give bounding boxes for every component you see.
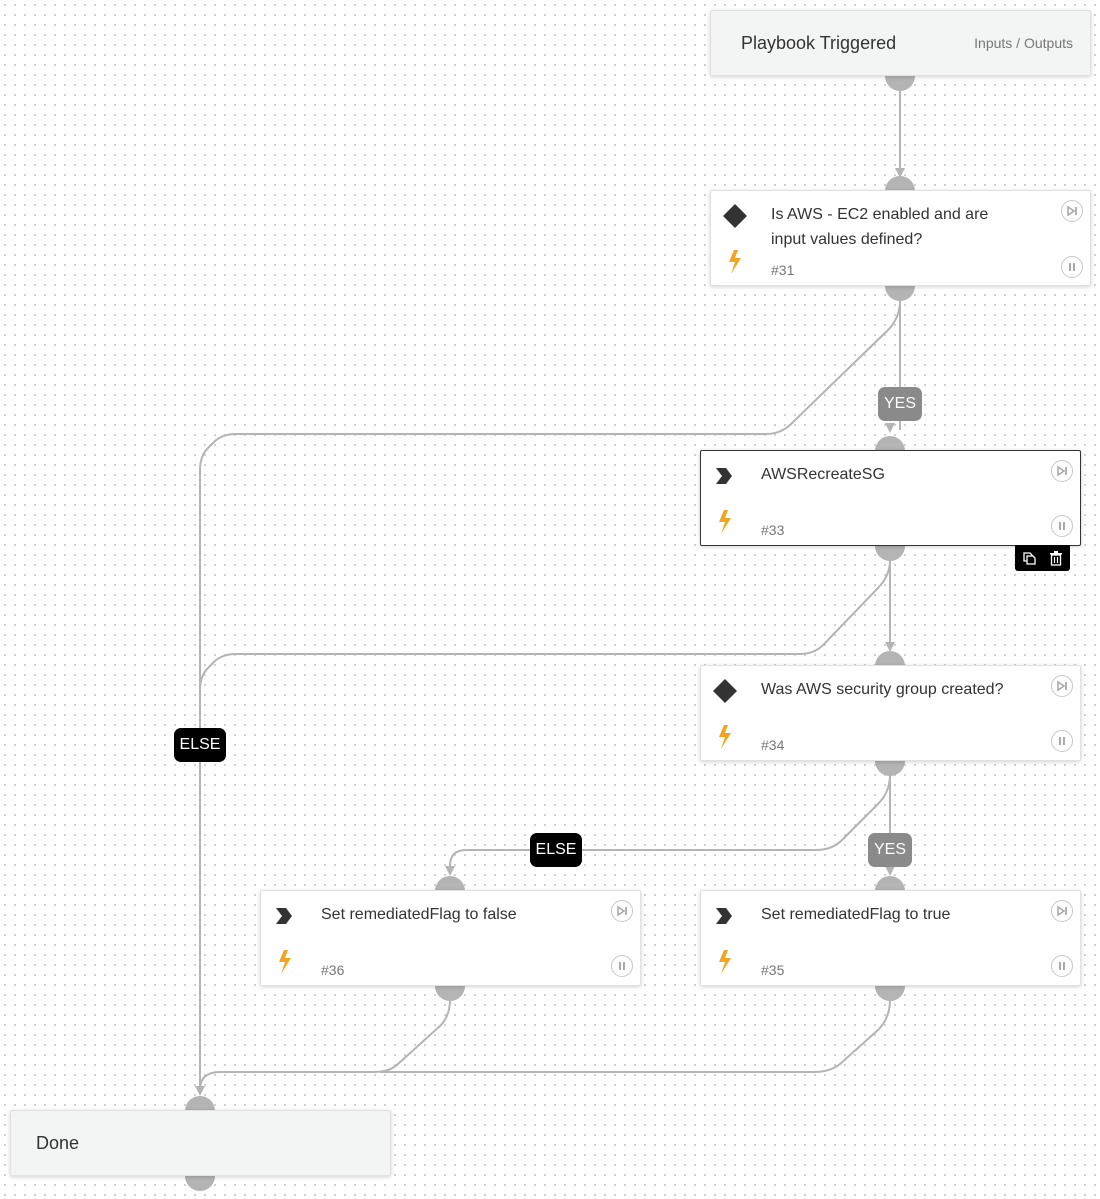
diamond-icon xyxy=(723,204,747,228)
node-title: Set remediatedFlag to false xyxy=(321,906,517,923)
node-id: #35 xyxy=(761,962,785,978)
skip-icon xyxy=(1057,465,1067,477)
edge-label-yes[interactable]: YES xyxy=(868,833,912,867)
node-task-31[interactable]: Is AWS - EC2 enabled and are input value… xyxy=(710,190,1091,286)
pause-icon xyxy=(1059,522,1065,530)
node-title: Done xyxy=(36,1133,80,1153)
arrowhead xyxy=(195,1086,205,1096)
inputs-outputs-link[interactable]: Inputs / Outputs xyxy=(974,35,1073,51)
edge-35-to-done xyxy=(380,999,891,1073)
edge-36-to-done xyxy=(199,999,451,1091)
arrowhead xyxy=(885,423,895,433)
skip-button[interactable] xyxy=(1061,200,1083,222)
node-task-35[interactable]: Set remediatedFlag to true #35 xyxy=(700,890,1081,986)
skip-button[interactable] xyxy=(611,900,633,922)
node-id: #34 xyxy=(761,737,785,753)
node-title: Set remediatedFlag to true xyxy=(761,906,951,923)
pause-button[interactable] xyxy=(611,955,633,977)
edge-label-else[interactable]: ELSE xyxy=(530,833,582,867)
bolt-icon xyxy=(729,250,741,274)
arrowhead xyxy=(885,866,895,876)
skip-icon xyxy=(617,905,627,917)
pause-icon xyxy=(1059,962,1065,970)
skip-icon xyxy=(1057,905,1067,917)
pause-icon xyxy=(1069,263,1075,271)
node-id: #36 xyxy=(321,962,345,978)
pause-button[interactable] xyxy=(1051,955,1073,977)
chevron-icon xyxy=(716,468,732,484)
bolt-icon xyxy=(719,950,731,974)
connector-layer xyxy=(195,85,905,1096)
bolt-icon xyxy=(719,725,731,749)
node-id: #33 xyxy=(761,522,785,538)
pause-button[interactable] xyxy=(1061,256,1083,278)
chevron-icon xyxy=(716,908,732,924)
node-task-34[interactable]: Was AWS security group created? #34 xyxy=(700,665,1081,761)
bolt-icon xyxy=(719,510,731,534)
arrowhead xyxy=(445,866,455,876)
node-title: Playbook Triggered xyxy=(741,33,897,53)
trash-icon xyxy=(1050,551,1063,566)
skip-button[interactable] xyxy=(1051,675,1073,697)
pause-icon xyxy=(1059,737,1065,745)
edge-label-else[interactable]: ELSE xyxy=(174,728,226,762)
node-title: Is AWS - EC2 enabled and are input value… xyxy=(771,206,989,248)
pause-button[interactable] xyxy=(1051,730,1073,752)
node-task-33[interactable]: AWSRecreateSG #33 xyxy=(700,450,1081,546)
skip-button[interactable] xyxy=(1051,900,1073,922)
chevron-icon xyxy=(276,908,292,924)
pause-icon xyxy=(619,962,625,970)
edge-34-else-to-36 xyxy=(449,774,891,870)
node-title: Was AWS security group created? xyxy=(761,681,1004,698)
skip-icon xyxy=(1057,680,1067,692)
skip-icon xyxy=(1067,205,1077,217)
duplicate-icon xyxy=(1023,552,1036,565)
delete-button[interactable] xyxy=(1047,549,1065,567)
node-title: AWSRecreateSG xyxy=(761,466,885,483)
diamond-icon xyxy=(713,679,737,703)
edge-label-yes[interactable]: YES xyxy=(878,387,922,421)
selection-toolbar xyxy=(1015,545,1070,571)
pause-button[interactable] xyxy=(1051,515,1073,537)
node-id: #31 xyxy=(771,262,795,278)
bolt-icon xyxy=(279,950,291,974)
node-playbook-triggered[interactable]: Playbook Triggered Inputs / Outputs xyxy=(710,10,1091,76)
duplicate-button[interactable] xyxy=(1020,549,1038,567)
node-done[interactable]: Done xyxy=(10,1110,391,1176)
skip-button[interactable] xyxy=(1051,460,1073,482)
node-task-36[interactable]: Set remediatedFlag to false #36 xyxy=(260,890,641,986)
